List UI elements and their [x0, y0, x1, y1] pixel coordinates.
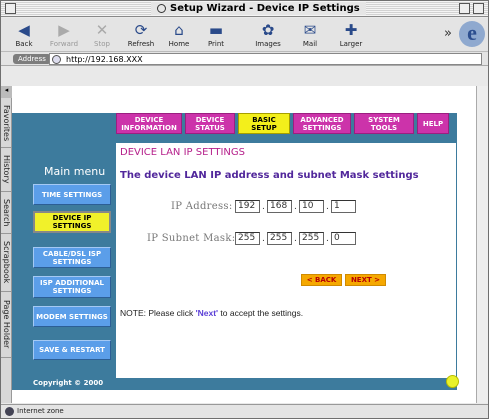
ip-address-label: IP Address:	[171, 201, 233, 212]
page-heading: DEVICE LAN IP SETTINGS	[120, 147, 245, 158]
title-bar: Setup Wizard - Device IP Settings	[1, 1, 488, 17]
ip-dot: .	[326, 202, 329, 212]
note-suffix: to accept the settings.	[218, 308, 304, 318]
browser-logo-icon: e	[459, 21, 485, 47]
mail-button[interactable]: ✉ Mail	[297, 20, 323, 48]
tab-scrapbook[interactable]: Scrapbook	[1, 234, 12, 292]
menu-device-ip-settings[interactable]: DEVICE IP SETTINGS	[33, 211, 111, 233]
menu-cable-dsl-isp-settings[interactable]: CABLE/DSL ISP SETTINGS	[33, 247, 111, 268]
status-text: Internet zone	[17, 407, 64, 415]
page-subheading: The device LAN IP address and subnet Mas…	[120, 170, 419, 181]
mask-octet-3-input[interactable]: 255	[299, 232, 324, 245]
menu-save-restart[interactable]: SAVE & RESTART	[33, 340, 111, 360]
window-title: Setup Wizard - Device IP Settings	[170, 3, 360, 14]
mask-dot: .	[326, 234, 329, 244]
larger-button[interactable]: ✚ Larger	[333, 20, 369, 48]
refresh-label: Refresh	[127, 40, 155, 48]
subnet-mask-label: IP Subnet Mask:	[147, 233, 236, 244]
ip-octet-1-input[interactable]: 192	[235, 200, 260, 213]
back-arrow-icon: ◀	[18, 21, 30, 39]
tab-device-status[interactable]: DEVICE STATUS	[185, 113, 235, 134]
vertical-scrollbar[interactable]	[476, 86, 488, 403]
ip-octet-3-input[interactable]: 10	[299, 200, 324, 213]
explorer-bar-tabs: Favorites History Search Scrapbook Page …	[1, 86, 12, 403]
larger-plus-icon: ✚	[344, 21, 358, 39]
next-step-button[interactable]: NEXT >	[345, 274, 386, 286]
tab-page-holder[interactable]: Page Holder	[1, 292, 12, 358]
address-label: Address	[13, 54, 51, 64]
mask-dot: .	[294, 234, 297, 244]
ip-dot: .	[294, 202, 297, 212]
zoom-box-icon[interactable]	[459, 3, 470, 14]
tab-advanced-settings[interactable]: ADVANCED SETTINGS	[293, 113, 351, 134]
mail-icon: ✉	[303, 21, 317, 39]
print-icon: ▬	[208, 21, 224, 39]
note-next-link: 'Next'	[195, 308, 219, 318]
print-label: Print	[207, 40, 225, 48]
mask-octet-1-input[interactable]: 255	[235, 232, 260, 245]
close-box-icon[interactable]	[5, 3, 16, 14]
stop-button[interactable]: ✕ Stop	[89, 20, 115, 48]
home-icon: ⌂	[174, 21, 184, 39]
tab-search[interactable]: Search	[1, 192, 12, 234]
globe-icon	[52, 55, 61, 64]
more-chevron-icon[interactable]: »	[441, 26, 455, 41]
back-label: Back	[15, 40, 33, 48]
status-indicator-icon	[446, 375, 459, 388]
ip-dot: .	[262, 202, 265, 212]
address-input[interactable]: http://192.168.XXX	[49, 53, 482, 65]
mask-octet-2-input[interactable]: 255	[267, 232, 292, 245]
images-button[interactable]: ✿ Images	[251, 20, 285, 48]
menu-time-settings[interactable]: TIME SETTINGS	[33, 184, 111, 205]
top-tabs: DEVICE INFORMATION DEVICE STATUS BASIC S…	[116, 113, 449, 134]
tab-device-information[interactable]: DEVICE INFORMATION	[116, 113, 182, 134]
window-title-container: Setup Wizard - Device IP Settings	[151, 2, 366, 15]
tab-history[interactable]: History	[1, 148, 12, 192]
stop-x-icon: ✕	[95, 21, 109, 39]
status-bar: Internet zone	[1, 404, 488, 418]
print-button[interactable]: ▬ Print	[203, 20, 229, 48]
clock-icon	[157, 4, 166, 13]
forward-button[interactable]: ▶ Forward	[45, 20, 83, 48]
forward-arrow-icon: ▶	[58, 21, 70, 39]
copyright-text: Copyright © 2000	[33, 379, 104, 387]
mail-label: Mail	[302, 40, 318, 48]
back-button[interactable]: ◀ Back	[9, 20, 39, 48]
home-label: Home	[168, 40, 190, 48]
mask-dot: .	[262, 234, 265, 244]
address-url: http://192.168.XXX	[66, 55, 143, 64]
home-button[interactable]: ⌂ Home	[165, 20, 193, 48]
browser-toolbar: ◀ Back ▶ Forward ✕ Stop ⟳ Refresh ⌂ Home…	[1, 18, 488, 52]
tab-favorites[interactable]: Favorites	[1, 100, 12, 148]
note-text: NOTE: Please click 'Next' to accept the …	[120, 308, 303, 318]
images-label: Images	[255, 40, 281, 48]
ip-octet-2-input[interactable]: 168	[267, 200, 292, 213]
address-bar: Address http://192.168.XXX	[1, 52, 488, 66]
tab-help[interactable]: HELP	[417, 113, 449, 134]
tab-basic-setup[interactable]: BASIC SETUP	[238, 113, 290, 134]
refresh-icon: ⟳	[134, 21, 148, 39]
forward-label: Forward	[49, 40, 79, 48]
menu-modem-settings[interactable]: MODEM SETTINGS	[33, 306, 111, 327]
ip-octet-4-input[interactable]: 1	[331, 200, 356, 213]
collapse-box-icon[interactable]	[473, 3, 484, 14]
menu-isp-additional-settings[interactable]: ISP ADDITIONAL SETTINGS	[33, 276, 111, 298]
main-menu-title: Main menu	[44, 165, 106, 178]
stop-label: Stop	[94, 40, 110, 48]
larger-label: Larger	[339, 40, 363, 48]
back-step-button[interactable]: < BACK	[301, 274, 342, 286]
mask-octet-4-input[interactable]: 0	[331, 232, 356, 245]
sidebar-grip-icon[interactable]: ◂	[1, 86, 12, 98]
refresh-button[interactable]: ⟳ Refresh	[121, 20, 161, 48]
note-prefix: NOTE: Please click	[120, 308, 196, 318]
images-icon: ✿	[261, 21, 275, 39]
internet-zone-icon	[5, 407, 14, 416]
tab-system-tools[interactable]: SYSTEM TOOLS	[354, 113, 414, 134]
